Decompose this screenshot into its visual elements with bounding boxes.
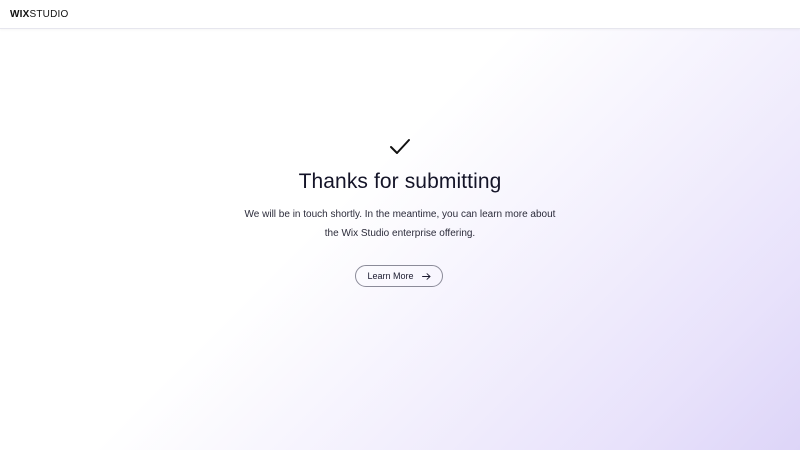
confirmation-message-line1: We will be in touch shortly. In the mean… — [244, 209, 556, 220]
page-title: Thanks for submitting — [298, 170, 502, 193]
confirmation-panel: Thanks for submitting We will be in touc… — [0, 0, 800, 450]
checkmark-icon — [390, 139, 410, 154]
page: WIX STUDIO Thanks for submitting We will… — [0, 0, 800, 450]
arrow-right-icon — [421, 272, 430, 280]
confirmation-message-line2: the Wix Studio enterprise offering. — [324, 228, 476, 239]
learn-more-button[interactable]: Learn More — [355, 265, 443, 287]
confirmation-message: We will be in touch shortly. In the mean… — [200, 205, 600, 243]
learn-more-label: Learn More — [367, 271, 414, 281]
